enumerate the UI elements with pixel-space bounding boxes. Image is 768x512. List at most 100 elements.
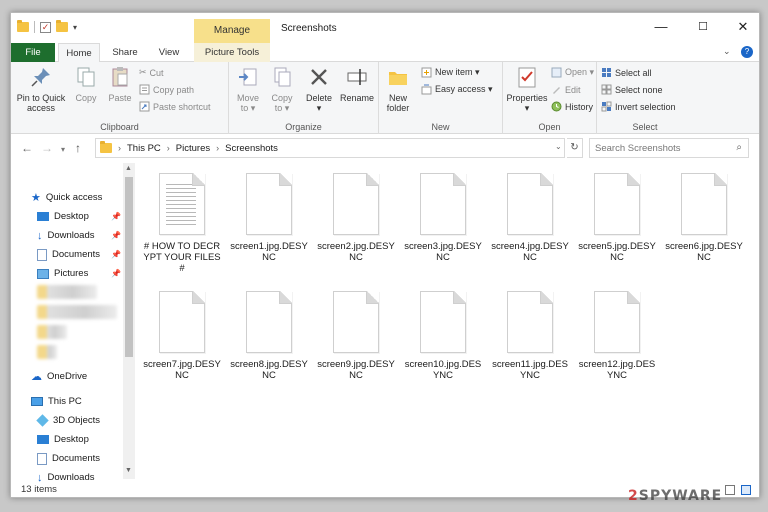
- tab-share[interactable]: Share: [107, 43, 143, 62]
- pin-to-quick-access-button[interactable]: Pin to Quick access: [15, 66, 67, 113]
- open-button[interactable]: Open ▾: [551, 67, 594, 78]
- minimize-button[interactable]: —: [641, 13, 681, 41]
- copy-path-button[interactable]: Copy path: [139, 84, 194, 95]
- scroll-up-icon[interactable]: ▲: [125, 165, 132, 172]
- file-item[interactable]: screen1.jpg.DESYNC: [226, 173, 312, 263]
- scissors-icon: ✂: [139, 67, 147, 77]
- manage-context-tab[interactable]: Manage: [194, 19, 270, 43]
- sidebar-item-documents[interactable]: Documents: [37, 245, 100, 264]
- file-item[interactable]: screen7.jpg.DESYNC: [139, 291, 225, 381]
- chevron-right-icon[interactable]: ›: [118, 143, 121, 153]
- sidebar-scrollbar[interactable]: ▲ ▼: [123, 163, 135, 479]
- address-folder-icon: [100, 141, 112, 153]
- chevron-right-icon[interactable]: ›: [216, 143, 219, 153]
- sidebar-item-this-pc[interactable]: This PC: [31, 392, 82, 411]
- sidebar-item-3d-objects[interactable]: 3D Objects: [36, 411, 100, 430]
- file-item[interactable]: screen10.jpg.DESYNC: [400, 291, 486, 381]
- file-item[interactable]: screen9.jpg.DESYNC: [313, 291, 399, 381]
- scrollbar-thumb[interactable]: [125, 177, 133, 357]
- copy-button[interactable]: Copy: [71, 66, 101, 103]
- paste-button[interactable]: Paste: [105, 66, 135, 103]
- properties-check-icon[interactable]: ✓: [40, 21, 51, 33]
- file-item[interactable]: # HOW TO DECRYPT YOUR FILES #: [139, 173, 225, 274]
- sidebar-item-downloads[interactable]: ↓ Downloads: [37, 226, 95, 245]
- search-icon[interactable]: ⌕: [736, 142, 742, 153]
- paste-shortcut-button[interactable]: Paste shortcut: [139, 101, 211, 112]
- open-icon: [551, 67, 562, 78]
- select-none-button[interactable]: Select none: [601, 84, 663, 95]
- pin-icon[interactable]: 📌: [111, 212, 121, 221]
- sidebar-label: Documents: [52, 453, 101, 464]
- file-item[interactable]: screen4.jpg.DESYNC: [487, 173, 573, 263]
- file-item[interactable]: screen5.jpg.DESYNC: [574, 173, 660, 263]
- qat-dropdown-icon[interactable]: ▾: [73, 23, 77, 32]
- select-all-button[interactable]: Select all: [601, 67, 652, 78]
- pin-icon[interactable]: 📌: [111, 250, 121, 259]
- pin-icon[interactable]: 📌: [111, 269, 121, 278]
- up-arrow-icon[interactable]: ↑: [75, 141, 81, 155]
- edit-icon: [553, 87, 560, 94]
- edit-button[interactable]: Edit: [551, 84, 581, 95]
- tab-file[interactable]: File: [11, 43, 55, 62]
- invert-selection-button[interactable]: Invert selection: [601, 101, 676, 112]
- recent-locations-chevron-icon[interactable]: ▾: [61, 143, 65, 157]
- properties-button[interactable]: Properties ▾: [505, 66, 549, 113]
- move-to-button[interactable]: Move to ▾: [233, 66, 263, 113]
- refresh-icon[interactable]: ↻: [567, 138, 583, 158]
- tab-view[interactable]: View: [153, 43, 185, 62]
- copy-to-button[interactable]: Copy to ▾: [267, 66, 297, 113]
- file-item[interactable]: screen2.jpg.DESYNC: [313, 173, 399, 263]
- new-folder-button[interactable]: New folder: [383, 66, 413, 113]
- breadcrumb-screenshots[interactable]: Screenshots: [225, 143, 278, 154]
- sidebar-item-onedrive[interactable]: ☁ OneDrive: [31, 367, 87, 386]
- search-input[interactable]: Search Screenshots ⌕: [589, 138, 749, 158]
- file-name: screen12.jpg.DESYNC: [578, 359, 656, 381]
- forward-arrow-icon[interactable]: →: [41, 141, 53, 155]
- clipboard-group: Pin to Quick access Copy Paste ✂ Cut Copy…: [11, 62, 229, 134]
- select-group: Select all Select none Invert selection …: [597, 62, 693, 134]
- new-folder-icon[interactable]: [56, 20, 68, 32]
- chevron-right-icon[interactable]: ›: [167, 143, 170, 153]
- address-field[interactable]: › This PC › Pictures › Screenshots: [95, 138, 565, 158]
- cut-button[interactable]: ✂ Cut: [139, 67, 164, 78]
- sidebar-item-quick-access[interactable]: ★ Quick access: [31, 188, 102, 207]
- file-item[interactable]: screen12.jpg.DESYNC: [574, 291, 660, 381]
- new-item-button[interactable]: New item ▾: [421, 67, 480, 78]
- details-view-icon[interactable]: [725, 485, 735, 495]
- tab-home[interactable]: Home: [58, 43, 100, 63]
- folder-icon[interactable]: [17, 20, 29, 32]
- blank-file-icon: [246, 291, 292, 353]
- sidebar-item-pictures[interactable]: Pictures: [37, 264, 88, 283]
- sidebar-label: Pictures: [54, 268, 89, 279]
- file-item[interactable]: screen8.jpg.DESYNC: [226, 291, 312, 381]
- close-button[interactable]: ✕: [723, 13, 759, 41]
- breadcrumb-this-pc[interactable]: This PC: [127, 143, 161, 154]
- large-icons-view-icon[interactable]: [741, 485, 751, 495]
- sidebar-item-pc-documents[interactable]: Documents: [37, 449, 100, 468]
- ribbon-expand-icon[interactable]: ⌄: [723, 46, 731, 57]
- copy-path-icon: [139, 84, 150, 95]
- breadcrumb-pictures[interactable]: Pictures: [176, 143, 210, 154]
- address-bar-row: ← → ▾ ↑ › This PC › Pictures › Screensho…: [11, 135, 759, 161]
- file-item[interactable]: screen6.jpg.DESYNC: [661, 173, 747, 263]
- delete-button[interactable]: Delete ▾: [303, 66, 335, 113]
- easy-access-icon: [421, 84, 432, 95]
- file-item[interactable]: screen11.jpg.DESYNC: [487, 291, 573, 381]
- tab-picture-tools[interactable]: Picture Tools: [194, 43, 270, 62]
- rename-button[interactable]: Rename: [339, 66, 375, 103]
- file-item[interactable]: screen3.jpg.DESYNC: [400, 173, 486, 263]
- pin-label-1: Pin to Quick: [16, 93, 66, 103]
- address-dropdown-icon[interactable]: ⌄: [555, 142, 562, 151]
- scroll-down-icon[interactable]: ▼: [125, 467, 132, 474]
- back-arrow-icon[interactable]: ←: [21, 141, 33, 155]
- easy-access-button[interactable]: Easy access ▾: [421, 84, 493, 95]
- pin-icon[interactable]: 📌: [111, 231, 121, 240]
- history-button[interactable]: History: [551, 101, 593, 112]
- sidebar-item-desktop[interactable]: Desktop: [37, 207, 89, 226]
- open-group-label: Open: [538, 122, 561, 132]
- sidebar-item-pc-desktop[interactable]: Desktop: [37, 430, 89, 449]
- new-group: New folder New item ▾ Easy access ▾ New: [379, 62, 503, 134]
- maximize-button[interactable]: ☐: [683, 13, 723, 41]
- download-arrow-icon: ↓: [37, 229, 43, 242]
- help-icon[interactable]: ?: [741, 46, 753, 58]
